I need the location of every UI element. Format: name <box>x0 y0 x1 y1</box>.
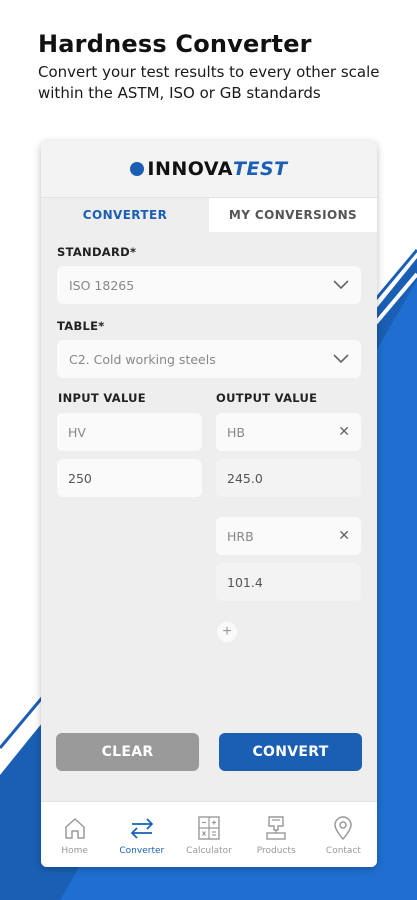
output-scale-field-1[interactable]: HB ✕ <box>216 413 361 451</box>
calculator-icon <box>198 815 220 840</box>
standard-label: STANDARD* <box>57 245 137 259</box>
plus-icon: + <box>222 623 232 640</box>
input-value-label: INPUT VALUE <box>58 391 146 405</box>
promo-title: Hardness Converter <box>38 30 312 58</box>
table-label: TABLE* <box>57 319 105 333</box>
hardness-tester-icon <box>266 815 286 840</box>
chevron-down-icon <box>333 280 349 290</box>
nav-converter[interactable]: Converter <box>108 802 175 867</box>
nav-home[interactable]: Home <box>41 802 108 867</box>
bottom-navigation: Home Converter Calculator Products Conta… <box>41 801 377 867</box>
nav-home-label: Home <box>61 845 88 856</box>
swap-arrows-icon <box>130 817 153 839</box>
input-value-field[interactable]: 250 <box>57 459 202 497</box>
app-screen: INNOVA TEST CONVERTER MY CONVERSIONS STA… <box>41 141 377 867</box>
nav-calculator[interactable]: Calculator <box>175 802 242 867</box>
table-select[interactable]: C2. Cold working steels <box>57 340 361 378</box>
output-scale-field-2[interactable]: HRB ✕ <box>216 517 361 555</box>
nav-products-label: Products <box>256 845 296 856</box>
output-value-field-2: 101.4 <box>216 563 361 601</box>
input-scale-value: HV <box>68 424 86 440</box>
nav-contact-label: Contact <box>325 845 361 856</box>
nav-contact[interactable]: Contact <box>310 802 377 867</box>
nav-calculator-label: Calculator <box>186 845 232 856</box>
nav-products[interactable]: Products <box>243 802 310 867</box>
logo-dot-icon <box>130 162 145 176</box>
location-pin-icon <box>334 815 353 840</box>
output-scale-1: HB <box>227 424 245 440</box>
remove-icon[interactable]: ✕ <box>338 424 350 440</box>
input-value: 250 <box>68 470 92 486</box>
standard-value: ISO 18265 <box>69 277 135 293</box>
tab-my-conversions[interactable]: MY CONVERSIONS <box>209 198 377 232</box>
table-value: C2. Cold working steels <box>69 351 216 367</box>
output-value-field-1: 245.0 <box>216 459 361 497</box>
home-icon <box>64 817 85 839</box>
logo-suffix: TEST <box>233 158 288 180</box>
chevron-down-icon <box>333 354 349 364</box>
tab-converter[interactable]: CONVERTER <box>41 198 209 232</box>
standard-select[interactable]: ISO 18265 <box>57 266 361 304</box>
tab-bar: CONVERTER MY CONVERSIONS <box>41 198 377 232</box>
promo-subtitle: Convert your test results to every other… <box>38 63 380 102</box>
remove-icon[interactable]: ✕ <box>338 528 350 544</box>
input-scale-field[interactable]: HV <box>57 413 202 451</box>
nav-converter-label: Converter <box>119 845 165 856</box>
app-header: INNOVA TEST <box>41 141 377 198</box>
output-value-label: OUTPUT VALUE <box>216 391 318 405</box>
converter-form: STANDARD* ISO 18265 TABLE* C2. Cold work… <box>41 245 377 378</box>
output-value-1: 245.0 <box>227 470 263 486</box>
clear-button[interactable]: CLEAR <box>56 733 199 771</box>
output-value-2: 101.4 <box>227 574 263 590</box>
promo-header: Hardness Converter Convert your test res… <box>38 30 408 104</box>
app-logo: INNOVA TEST <box>130 158 287 180</box>
add-output-scale-button[interactable]: + <box>217 622 237 642</box>
convert-button[interactable]: CONVERT <box>219 733 362 771</box>
logo-prefix: INNOVA <box>147 158 234 180</box>
output-scale-2: HRB <box>227 528 254 544</box>
